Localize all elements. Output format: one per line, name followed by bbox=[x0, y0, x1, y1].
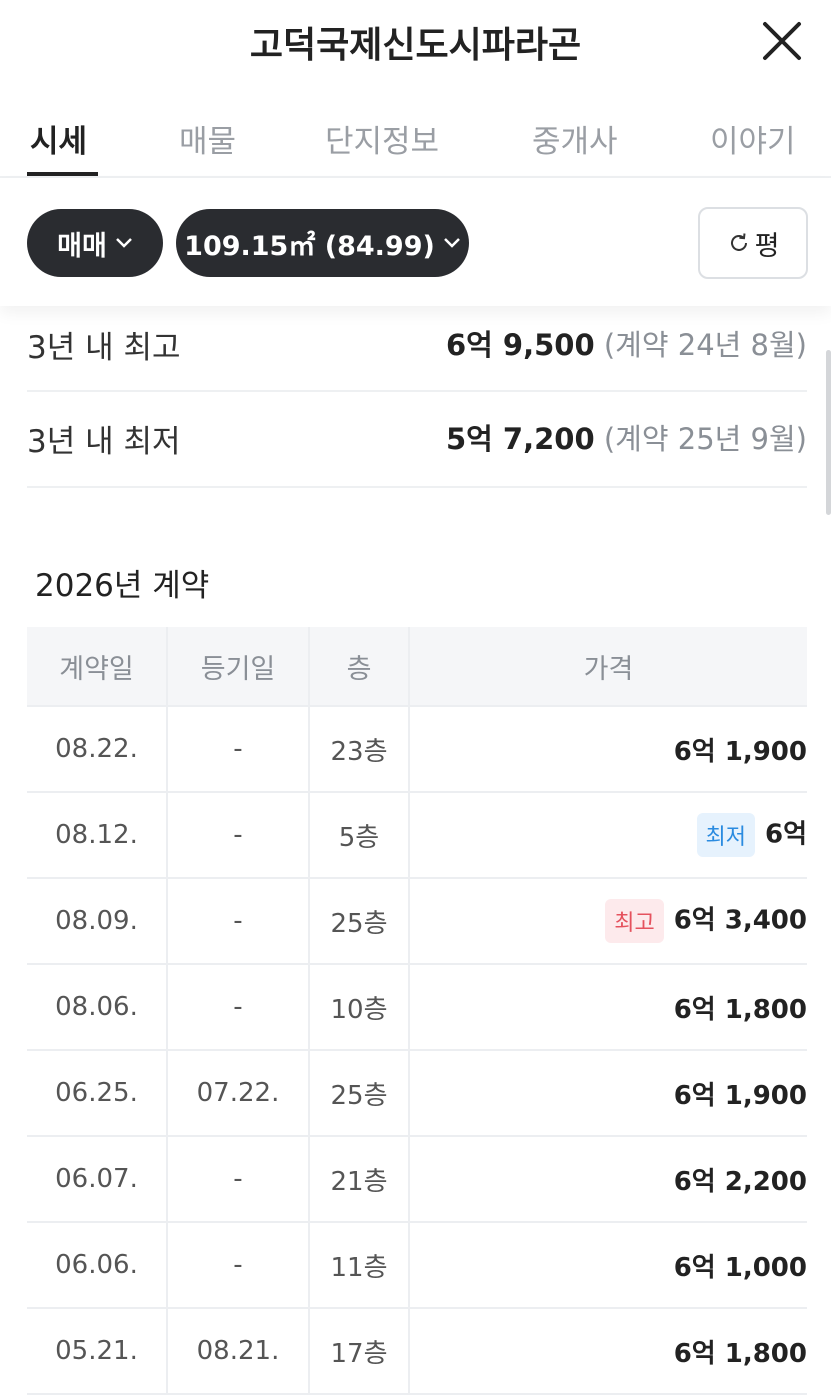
floor-cell: 23층 bbox=[309, 706, 410, 793]
price-value: 6억 3,400 bbox=[673, 905, 807, 936]
floor-cell: 17층 bbox=[309, 1308, 410, 1395]
tab-listings[interactable]: 매물 bbox=[179, 116, 236, 161]
registration-date-cell: - bbox=[167, 706, 310, 793]
table-row: 06.25. 07.22. 25층 6억 1,900 bbox=[27, 1050, 807, 1137]
registration-date-cell: 07.22. bbox=[167, 1050, 310, 1137]
price-cell: 6억 2,200 bbox=[409, 1136, 807, 1223]
header: 고덕국제신도시파라곤 bbox=[0, 0, 831, 84]
floor-cell: 5층 bbox=[309, 792, 410, 879]
floor-cell: 25층 bbox=[309, 1050, 410, 1137]
contract-date-cell: 06.25. bbox=[27, 1050, 168, 1137]
contract-date-cell: 08.12. bbox=[27, 792, 168, 879]
stat-price: 5억 7,200 bbox=[445, 422, 595, 456]
floor-cell: 21층 bbox=[309, 1136, 410, 1223]
registration-date-cell: - bbox=[167, 792, 310, 879]
price-cell: 6억 1,800 bbox=[409, 964, 807, 1051]
active-tab-indicator bbox=[27, 172, 98, 176]
close-button[interactable] bbox=[759, 18, 805, 64]
stat-note: (계약 24년 8월) bbox=[603, 328, 807, 362]
registration-date-cell: - bbox=[167, 964, 310, 1051]
table-row: 05.21. 08.21. 17층 6억 1,800 bbox=[27, 1308, 807, 1395]
contract-date-cell: 08.22. bbox=[27, 706, 168, 793]
lowest-badge: 최저 bbox=[696, 813, 755, 857]
contract-date-cell: 06.06. bbox=[27, 1222, 168, 1309]
area-dropdown[interactable]: 109.15㎡ (84.99) bbox=[176, 209, 469, 277]
price-value: 6억 1,000 bbox=[673, 1252, 807, 1283]
price-value: 6억 1,800 bbox=[673, 1338, 807, 1369]
floor-cell: 25층 bbox=[309, 878, 410, 965]
price-cell: 최고 6억 3,400 bbox=[409, 878, 807, 965]
area-label: 109.15㎡ (84.99) bbox=[184, 230, 435, 262]
registration-date-cell: 08.21. bbox=[167, 1308, 310, 1395]
table-row: 06.06. -11층 6억 1,000 bbox=[27, 1222, 807, 1309]
tab-agents[interactable]: 중개사 bbox=[532, 116, 618, 161]
table-row: 08.06. -10층 6억 1,800 bbox=[27, 964, 807, 1051]
tab-price[interactable]: 시세 bbox=[30, 116, 87, 161]
unit-toggle-button[interactable]: 평 bbox=[698, 207, 808, 279]
price-cell: 6억 1,000 bbox=[409, 1222, 807, 1309]
chevron-down-icon bbox=[115, 238, 132, 248]
registration-date-cell: - bbox=[167, 1222, 310, 1309]
stat-row-low: 3년 내 최저 5억 7,200 (계약 25년 9월) bbox=[27, 416, 807, 488]
column-header: 등기일 bbox=[167, 627, 310, 707]
refresh-icon bbox=[730, 233, 747, 251]
price-value: 6억 1,900 bbox=[673, 736, 807, 767]
price-cell: 6억 1,800 bbox=[409, 1308, 807, 1395]
column-header: 가격 bbox=[409, 627, 807, 707]
page-title: 고덕국제신도시파라곤 bbox=[249, 25, 582, 66]
table-row: 08.12. -5층 최저 6억 bbox=[27, 792, 807, 879]
table-header-row: 계약일 등기일 층 가격 bbox=[27, 627, 807, 707]
price-value: 6억 bbox=[764, 819, 807, 850]
table-row: 08.09. -25층 최고 6억 3,400 bbox=[27, 878, 807, 965]
table-row: 06.07. -21층 6억 2,200 bbox=[27, 1136, 807, 1223]
section-title: 2026년 계약 bbox=[35, 568, 210, 604]
scrollbar[interactable] bbox=[826, 350, 831, 515]
floor-cell: 11층 bbox=[309, 1222, 410, 1309]
stat-value: 6억 9,500 (계약 24년 8월) bbox=[446, 322, 807, 364]
floor-cell: 10층 bbox=[309, 964, 410, 1051]
column-header: 계약일 bbox=[27, 627, 168, 707]
stat-note: (계약 25년 9월) bbox=[603, 422, 807, 456]
price-value: 6억 1,900 bbox=[673, 1080, 807, 1111]
price-cell: 6억 1,900 bbox=[409, 706, 807, 793]
stat-price: 6억 9,500 bbox=[445, 328, 595, 362]
stat-value: 5억 7,200 (계약 25년 9월) bbox=[446, 416, 807, 458]
stat-label: 3년 내 최저 bbox=[27, 424, 181, 460]
price-cell: 6억 1,900 bbox=[409, 1050, 807, 1137]
transactions-table: 계약일 등기일 층 가격 08.22. -23층 6억 1,900 08.12. -5층… bbox=[27, 627, 807, 1395]
chevron-down-icon bbox=[443, 238, 460, 248]
highest-badge: 최고 bbox=[605, 899, 664, 943]
price-cell: 최저 6억 bbox=[409, 792, 807, 879]
contract-date-cell: 05.21. bbox=[27, 1308, 168, 1395]
stat-label: 3년 내 최고 bbox=[27, 330, 181, 366]
table-row: 08.22. -23층 6억 1,900 bbox=[27, 706, 807, 793]
contract-date-cell: 06.07. bbox=[27, 1136, 168, 1223]
column-header: 층 bbox=[309, 627, 410, 707]
close-icon bbox=[763, 22, 801, 60]
trade-type-label: 매매 bbox=[57, 230, 107, 262]
tab-complex-info[interactable]: 단지정보 bbox=[325, 116, 439, 161]
tab-stories[interactable]: 이야기 bbox=[710, 116, 796, 161]
filter-bar: 매매 109.15㎡ (84.99) 평 bbox=[0, 178, 831, 306]
contract-date-cell: 08.06. bbox=[27, 964, 168, 1051]
registration-date-cell: - bbox=[167, 1136, 310, 1223]
tab-bar: 시세 매물 단지정보 중개사 이야기 bbox=[0, 100, 831, 178]
trade-type-dropdown[interactable]: 매매 bbox=[27, 209, 163, 277]
registration-date-cell: - bbox=[167, 878, 310, 965]
stat-row-high: 3년 내 최고 6억 9,500 (계약 24년 8월) bbox=[27, 322, 807, 392]
price-value: 6억 1,800 bbox=[673, 994, 807, 1025]
price-value: 6억 2,200 bbox=[673, 1166, 807, 1197]
unit-label: 평 bbox=[754, 230, 780, 262]
contract-date-cell: 08.09. bbox=[27, 878, 168, 965]
